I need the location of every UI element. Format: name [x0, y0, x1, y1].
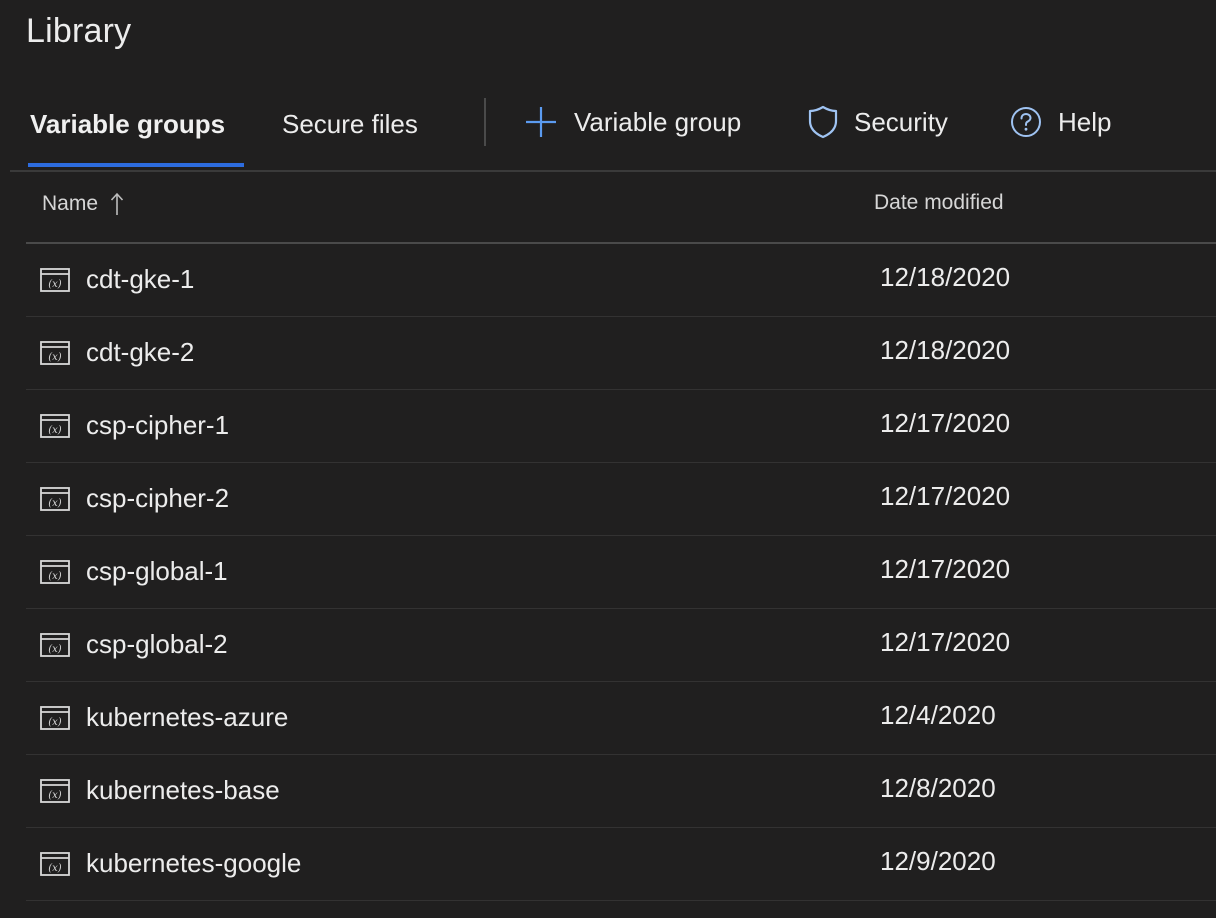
svg-text:(x): (x)	[48, 790, 62, 801]
variable-group-icon: (x)	[40, 852, 70, 881]
library-toolbar: Variable groups Secure files Variable gr…	[10, 92, 1216, 172]
svg-text:(x): (x)	[48, 352, 62, 363]
row-date-modified: 12/17/2020	[880, 481, 1011, 511]
tab-secure-files[interactable]: Secure files	[282, 102, 418, 146]
svg-text:(x): (x)	[48, 571, 62, 582]
variable-group-icon: (x)	[40, 268, 70, 297]
row-name[interactable]: csp-global-1	[86, 556, 228, 587]
tab-variable-groups[interactable]: Variable groups	[30, 102, 225, 146]
svg-text:(x): (x)	[48, 425, 62, 436]
svg-text:(x): (x)	[48, 863, 62, 874]
plus-icon	[524, 105, 558, 139]
shield-icon	[808, 105, 838, 139]
toolbar-divider	[484, 98, 486, 146]
variable-group-icon: (x)	[40, 706, 70, 735]
row-date-modified: 12/18/2020	[880, 262, 1011, 292]
row-date-modified: 12/4/2020	[880, 700, 996, 730]
column-header-name-label: Name	[42, 192, 99, 215]
svg-text:(x): (x)	[48, 717, 62, 728]
arrow-up-icon	[110, 191, 124, 217]
row-name[interactable]: kubernetes-base	[86, 775, 280, 806]
table-row[interactable]: (x) csp-global-2 12/17/2020	[26, 609, 1216, 682]
add-variable-group-button[interactable]: Variable group	[524, 100, 741, 144]
add-variable-group-label: Variable group	[574, 106, 742, 137]
row-name[interactable]: csp-global-2	[86, 629, 228, 660]
table-row[interactable]: (x) cdt-gke-2 12/18/2020	[26, 317, 1216, 390]
table-row[interactable]: (x) kubernetes-base 12/8/2020	[26, 755, 1216, 828]
variable-group-icon: (x)	[40, 779, 70, 808]
variable-groups-table: Name Date modified (x) cdt-gke-1 12/18/2…	[26, 172, 1216, 901]
row-name[interactable]: csp-cipher-1	[86, 410, 229, 441]
table-row[interactable]: (x) kubernetes-google 12/9/2020	[26, 828, 1216, 901]
variable-group-icon: (x)	[40, 341, 70, 370]
table-header: Name Date modified	[26, 172, 1216, 244]
table-body: (x) cdt-gke-1 12/18/2020 (x) cdt-gke-2 1…	[26, 244, 1216, 901]
table-row[interactable]: (x) cdt-gke-1 12/18/2020	[26, 244, 1216, 317]
table-row[interactable]: (x) csp-global-1 12/17/2020	[26, 536, 1216, 609]
row-name[interactable]: cdt-gke-2	[86, 337, 194, 368]
active-tab-indicator	[28, 163, 244, 167]
row-name[interactable]: csp-cipher-2	[86, 483, 229, 514]
row-date-modified: 12/17/2020	[880, 554, 1011, 584]
security-label: Security	[854, 106, 948, 137]
table-row[interactable]: (x) csp-cipher-2 12/17/2020	[26, 463, 1216, 536]
table-row[interactable]: (x) kubernetes-azure 12/4/2020	[26, 682, 1216, 755]
security-button[interactable]: Security	[808, 100, 948, 144]
row-name[interactable]: cdt-gke-1	[86, 264, 194, 295]
page-title: Library	[26, 12, 132, 50]
column-header-date-modified[interactable]: Date modified	[874, 191, 1004, 215]
row-name[interactable]: kubernetes-azure	[86, 702, 288, 733]
row-date-modified: 12/8/2020	[880, 773, 996, 803]
variable-group-icon: (x)	[40, 633, 70, 662]
help-label: Help	[1058, 106, 1112, 137]
variable-group-icon: (x)	[40, 487, 70, 516]
library-page: Library Variable groups Secure files Var…	[0, 0, 1216, 918]
help-button[interactable]: Help	[1010, 100, 1111, 144]
svg-text:(x): (x)	[48, 498, 62, 509]
column-header-name[interactable]: Name	[42, 191, 124, 217]
svg-text:(x): (x)	[48, 279, 62, 290]
row-date-modified: 12/18/2020	[880, 335, 1011, 365]
row-date-modified: 12/17/2020	[880, 627, 1011, 657]
row-date-modified: 12/17/2020	[880, 408, 1011, 438]
variable-group-icon: (x)	[40, 414, 70, 443]
svg-text:(x): (x)	[48, 644, 62, 655]
table-row[interactable]: (x) csp-cipher-1 12/17/2020	[26, 390, 1216, 463]
row-name[interactable]: kubernetes-google	[86, 848, 301, 879]
variable-group-icon: (x)	[40, 560, 70, 589]
row-date-modified: 12/9/2020	[880, 846, 996, 876]
help-circle-icon	[1010, 106, 1042, 138]
